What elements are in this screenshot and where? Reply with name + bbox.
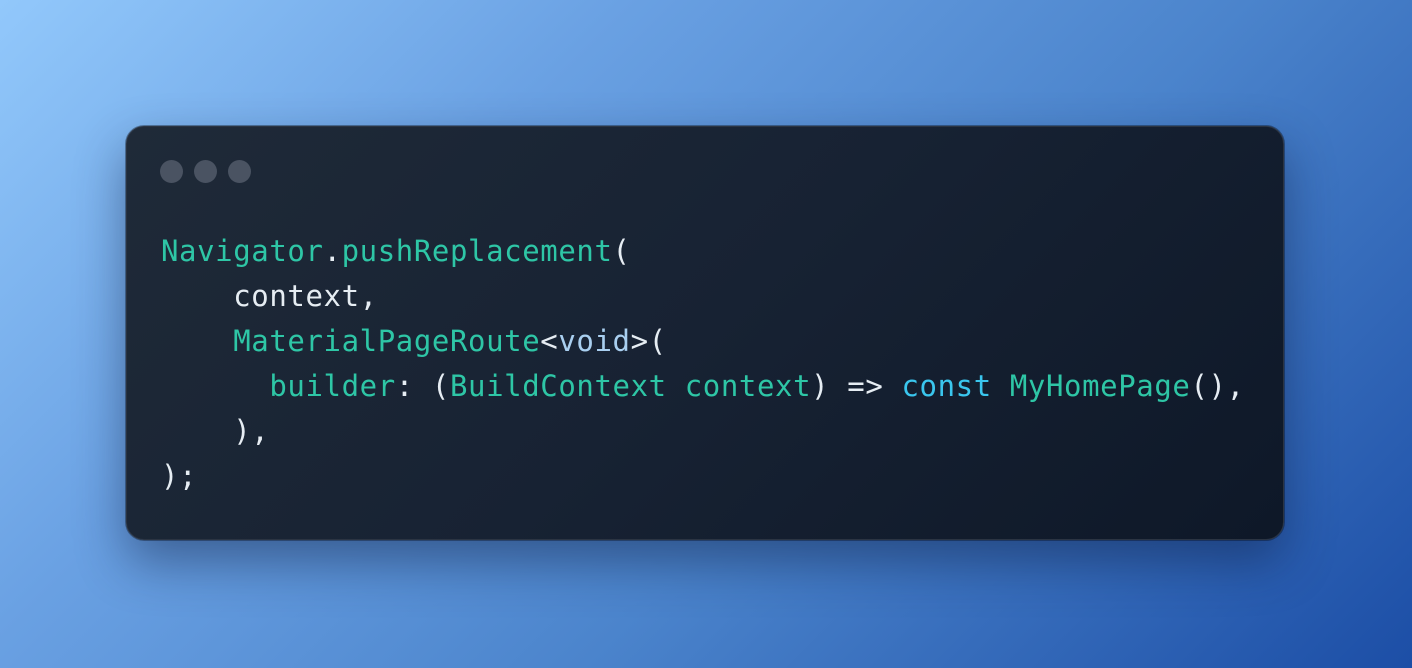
code-token: void [558, 324, 631, 358]
code-token: >( [630, 324, 667, 358]
code-line: ), [161, 409, 1245, 454]
code-line: ); [161, 454, 1245, 499]
code-block: Navigator.pushReplacement( context, Mate… [161, 229, 1245, 499]
code-token: MyHomePage [1009, 369, 1191, 403]
code-token: context [233, 279, 360, 313]
code-line: builder: (BuildContext context) => const… [161, 364, 1245, 409]
code-token: context [684, 369, 812, 403]
code-token: , [359, 279, 378, 313]
code-line: Navigator.pushReplacement( [161, 229, 1245, 274]
code-token: ( [612, 234, 631, 268]
window-controls [160, 160, 251, 183]
code-token: pushReplacement [341, 234, 613, 268]
code-token: const [901, 369, 992, 403]
code-token: . [323, 234, 342, 268]
code-token: < [540, 324, 559, 358]
code-token: Navigator [161, 234, 324, 268]
code-token: builder [269, 369, 396, 403]
code-token: ) => [811, 369, 902, 403]
close-dot-icon[interactable] [160, 160, 183, 183]
code-token: MaterialPageRoute [233, 324, 541, 358]
code-token: ); [161, 459, 198, 493]
code-token: (), [1190, 369, 1245, 403]
maximize-dot-icon[interactable] [228, 160, 251, 183]
code-window: Navigator.pushReplacement( context, Mate… [126, 126, 1284, 540]
code-token: : ( [395, 369, 450, 403]
code-line: MaterialPageRoute<void>( [161, 319, 1245, 364]
code-token: ), [233, 414, 270, 448]
code-token: BuildContext [449, 369, 667, 403]
code-line: context, [161, 274, 1245, 319]
minimize-dot-icon[interactable] [194, 160, 217, 183]
